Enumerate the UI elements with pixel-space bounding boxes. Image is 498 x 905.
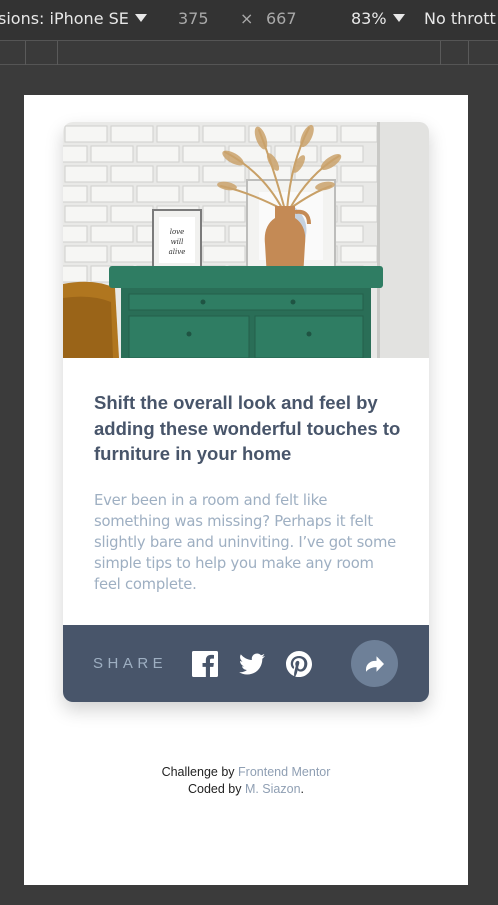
media-query-ruler	[0, 40, 498, 65]
width-input[interactable]: 375	[178, 9, 209, 28]
ruler-segment[interactable]	[440, 41, 441, 65]
pinterest-icon[interactable]	[286, 651, 312, 678]
svg-text:will: will	[171, 238, 184, 246]
article-card: love will alive Shift the overall look a…	[63, 122, 429, 702]
facebook-icon[interactable]	[192, 651, 218, 677]
dimension-separator: ×	[240, 9, 254, 28]
attribution-prefix: Challenge by	[161, 765, 239, 779]
share-arrow-icon	[365, 655, 384, 672]
height-input[interactable]: 667	[266, 9, 297, 28]
ruler-segment[interactable]	[57, 41, 58, 65]
zoom-value: 83%	[351, 9, 387, 28]
device-label: sions: iPhone SE	[0, 9, 129, 28]
share-panel: SHARE	[63, 625, 429, 702]
svg-text:alive: alive	[169, 248, 186, 256]
chevron-down-icon	[392, 14, 405, 22]
device-select[interactable]: sions: iPhone SE	[0, 9, 147, 28]
svg-text:love: love	[170, 228, 185, 236]
ruler-segment[interactable]	[25, 41, 26, 65]
attribution-prefix: Coded by	[187, 782, 245, 796]
ruler-segment[interactable]	[468, 41, 469, 65]
twitter-icon[interactable]	[239, 651, 265, 677]
share-label: SHARE	[93, 655, 168, 672]
article-description: Ever been in a room and felt like someth…	[94, 491, 396, 593]
card-body: Shift the overall look and feel by addin…	[94, 390, 404, 595]
chevron-down-icon	[134, 14, 147, 22]
emulated-viewport: love will alive Shift the overall look a…	[24, 95, 468, 885]
attribution-line-challenge: Challenge by Frontend Mentor	[24, 764, 468, 781]
attribution: Challenge by Frontend Mentor Coded by M.…	[24, 764, 468, 798]
dresser-photo: love will alive	[63, 122, 429, 358]
zoom-select[interactable]: 83%	[351, 9, 405, 28]
frontend-mentor-link[interactable]: Frontend Mentor	[238, 765, 330, 779]
devtools-device-toolbar: sions: iPhone SE 375 × 667 83% No thrott	[0, 0, 498, 40]
attribution-line-coder: Coded by M. Siazon.	[24, 781, 468, 798]
article-title[interactable]: Shift the overall look and feel by addin…	[94, 390, 404, 467]
attribution-suffix: .	[300, 782, 305, 796]
throttle-select[interactable]: No thrott	[424, 9, 496, 28]
author-link[interactable]: M. Siazon	[245, 782, 301, 796]
share-button[interactable]	[351, 640, 398, 687]
article-image: love will alive	[63, 122, 429, 358]
